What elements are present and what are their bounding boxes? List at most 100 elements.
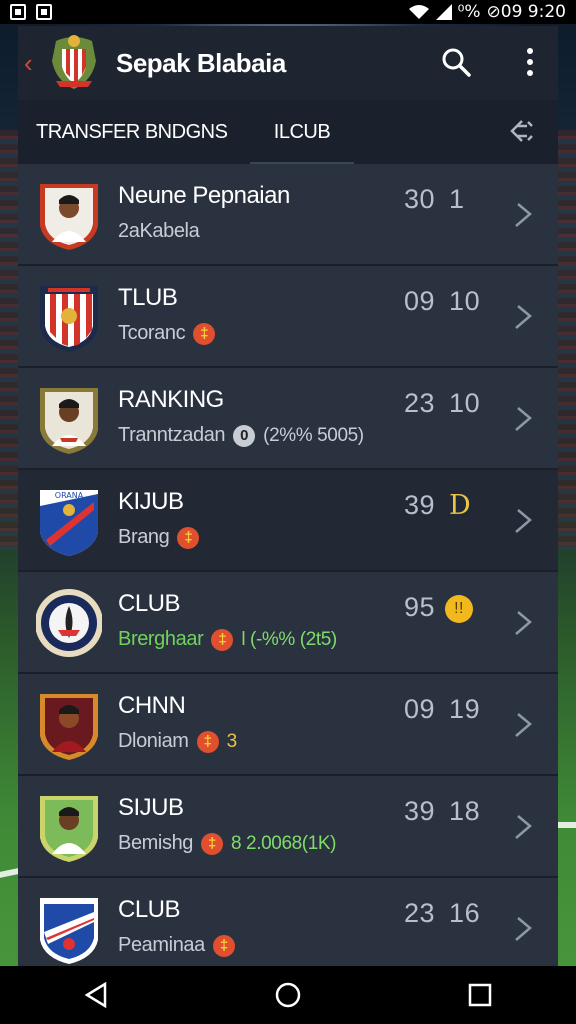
filter-icon[interactable] (508, 118, 536, 146)
chevron-right-icon[interactable] (508, 710, 538, 740)
stat-value: 09 (404, 286, 436, 316)
club-logo-icon (52, 35, 96, 89)
clock: ⊘09 9:20 (486, 2, 566, 22)
chevron-right-icon[interactable] (508, 506, 538, 536)
stadium-crowd-right (556, 130, 576, 550)
club-row[interactable]: CLUB Brerghaar ‡ l (-%% (2t5) 95!! (18, 572, 558, 674)
stat-value-2: 10 (449, 388, 481, 418)
stat-value: 09 (404, 694, 436, 724)
club-subtitle: Dloniam ‡ 3 (118, 730, 237, 753)
club-name: RANKING (118, 386, 224, 413)
stat-value: 23 (404, 388, 436, 418)
club-row[interactable]: ORANA KIJUB Brang ‡ 39 D (18, 470, 558, 572)
pitch-line (0, 868, 18, 878)
club-subtitle: Peaminaa ‡ (118, 934, 235, 957)
stat-value-2: 19 (449, 694, 481, 724)
chevron-right-icon[interactable] (508, 812, 538, 842)
more-options-button[interactable] (512, 44, 548, 80)
subtitle-text: Brerghaar (118, 628, 204, 650)
club-subtitle: Tcoranc ‡ (118, 322, 216, 345)
more-vert-icon (527, 48, 533, 76)
club-row[interactable]: CLUB Peaminaa ‡ 23 16 (18, 878, 558, 980)
stat-value: 39 (404, 796, 436, 826)
badge-icon: 0 (233, 424, 256, 447)
badge-icon: ‡ (201, 832, 224, 855)
stat-value-2: 10 (449, 286, 481, 316)
club-crest-icon (36, 589, 102, 657)
app-panel: ‹ Sepak Blabaia TRANSFER BNDGNS ILCUB Ne… (18, 26, 558, 980)
badge-icon: ‡ (177, 526, 200, 549)
chevron-right-icon[interactable] (508, 200, 538, 230)
club-row[interactable]: RANKING Tranntzadan 0 (2%% 5005) 23 10 (18, 368, 558, 470)
subtitle-text: Dloniam (118, 730, 189, 752)
chevron-right-icon[interactable] (508, 302, 538, 332)
club-row[interactable]: TLUB Tcoranc ‡ 09 10 (18, 266, 558, 368)
nav-back-button[interactable] (76, 975, 116, 1015)
extra-info: 3 (226, 730, 238, 752)
badge-icon: ‡ (211, 628, 234, 651)
stat-value: 95 (404, 592, 436, 622)
club-name: KIJUB (118, 488, 184, 515)
club-list: Neune Pepnaian 2aKabela 30 1 TLUB Tcoranc ‡ 09 1… (18, 164, 558, 980)
subtitle-text: Peaminaa (118, 934, 205, 956)
club-row[interactable]: CHNN Dloniam ‡ 3 09 19 (18, 674, 558, 776)
club-name: Neune Pepnaian (118, 182, 290, 209)
chevron-right-icon[interactable] (508, 914, 538, 944)
stadium-crowd-left (0, 130, 20, 550)
signal-icon (435, 4, 452, 20)
nav-home-button[interactable] (268, 975, 308, 1015)
club-stats: 23 16 (404, 898, 480, 929)
subtitle-text: Tranntzadan (118, 424, 226, 446)
club-row[interactable]: Neune Pepnaian 2aKabela 30 1 (18, 164, 558, 266)
club-subtitle: Bemishg ‡ 8 2.0068(1K) (118, 832, 336, 855)
club-subtitle: Brang ‡ (118, 526, 200, 549)
svg-text:ORANA: ORANA (55, 491, 84, 500)
club-name: CLUB (118, 590, 181, 617)
stat-value-2: 1 (449, 184, 465, 214)
chevron-right-icon[interactable] (508, 608, 538, 638)
subtitle-text: Bemishg (118, 832, 194, 854)
search-icon (442, 48, 471, 77)
chevron-right-icon[interactable] (508, 404, 538, 434)
extra-info: 8 2.0068(1K) (231, 832, 337, 854)
coin-icon: !! (445, 594, 474, 623)
club-row[interactable]: SIJUB Bemishg ‡ 8 2.0068(1K) 39 18 (18, 776, 558, 878)
subtitle-text: Tcoranc (118, 322, 186, 344)
notification-icon (10, 4, 26, 20)
club-stats: 09 19 (404, 694, 480, 725)
club-subtitle: 2aKabela (118, 220, 200, 243)
club-crest-icon (40, 184, 98, 250)
extra-info: (2%% 5005) (263, 424, 364, 446)
extra-info: l (-%% (2t5) (241, 628, 337, 650)
tab-transfer[interactable]: TRANSFER BNDGNS (36, 100, 232, 164)
tab-club[interactable]: ILCUB (250, 100, 354, 164)
recents-square-icon (468, 983, 492, 1007)
club-crest-icon: ORANA (40, 490, 98, 556)
nav-recents-button[interactable] (460, 975, 500, 1015)
stat-value-2: 16 (449, 898, 481, 928)
subtitle-text: Brang (118, 526, 170, 548)
app-title: Sepak Blabaia (116, 47, 286, 78)
stat-value-2: 18 (449, 796, 481, 826)
club-stats: 39 18 (404, 796, 480, 827)
search-button[interactable] (438, 44, 474, 80)
back-icon[interactable]: ‹ (24, 48, 38, 79)
club-name: CHNN (118, 692, 186, 719)
club-crest-icon (40, 796, 98, 862)
status-bar: ⁰% ⊘09 9:20 (0, 0, 576, 24)
stat-value: 39 (404, 490, 436, 520)
club-subtitle: Brerghaar ‡ l (-%% (2t5) (118, 628, 337, 651)
wifi-icon (408, 5, 429, 19)
club-name: SIJUB (118, 794, 184, 821)
club-crest-icon (40, 388, 98, 454)
pitch-line (558, 822, 576, 828)
club-subtitle: Tranntzadan 0 (2%% 5005) (118, 424, 364, 447)
club-stats: 09 10 (404, 286, 480, 317)
subtitle-text: 2aKabela (118, 220, 200, 242)
stat-value-2: D (449, 490, 472, 521)
battery-percent: ⁰% (457, 2, 481, 22)
club-crest-icon (40, 694, 98, 760)
club-stats: 39 D (404, 490, 471, 521)
back-triangle-icon (84, 982, 107, 1008)
club-name: CLUB (118, 896, 181, 923)
